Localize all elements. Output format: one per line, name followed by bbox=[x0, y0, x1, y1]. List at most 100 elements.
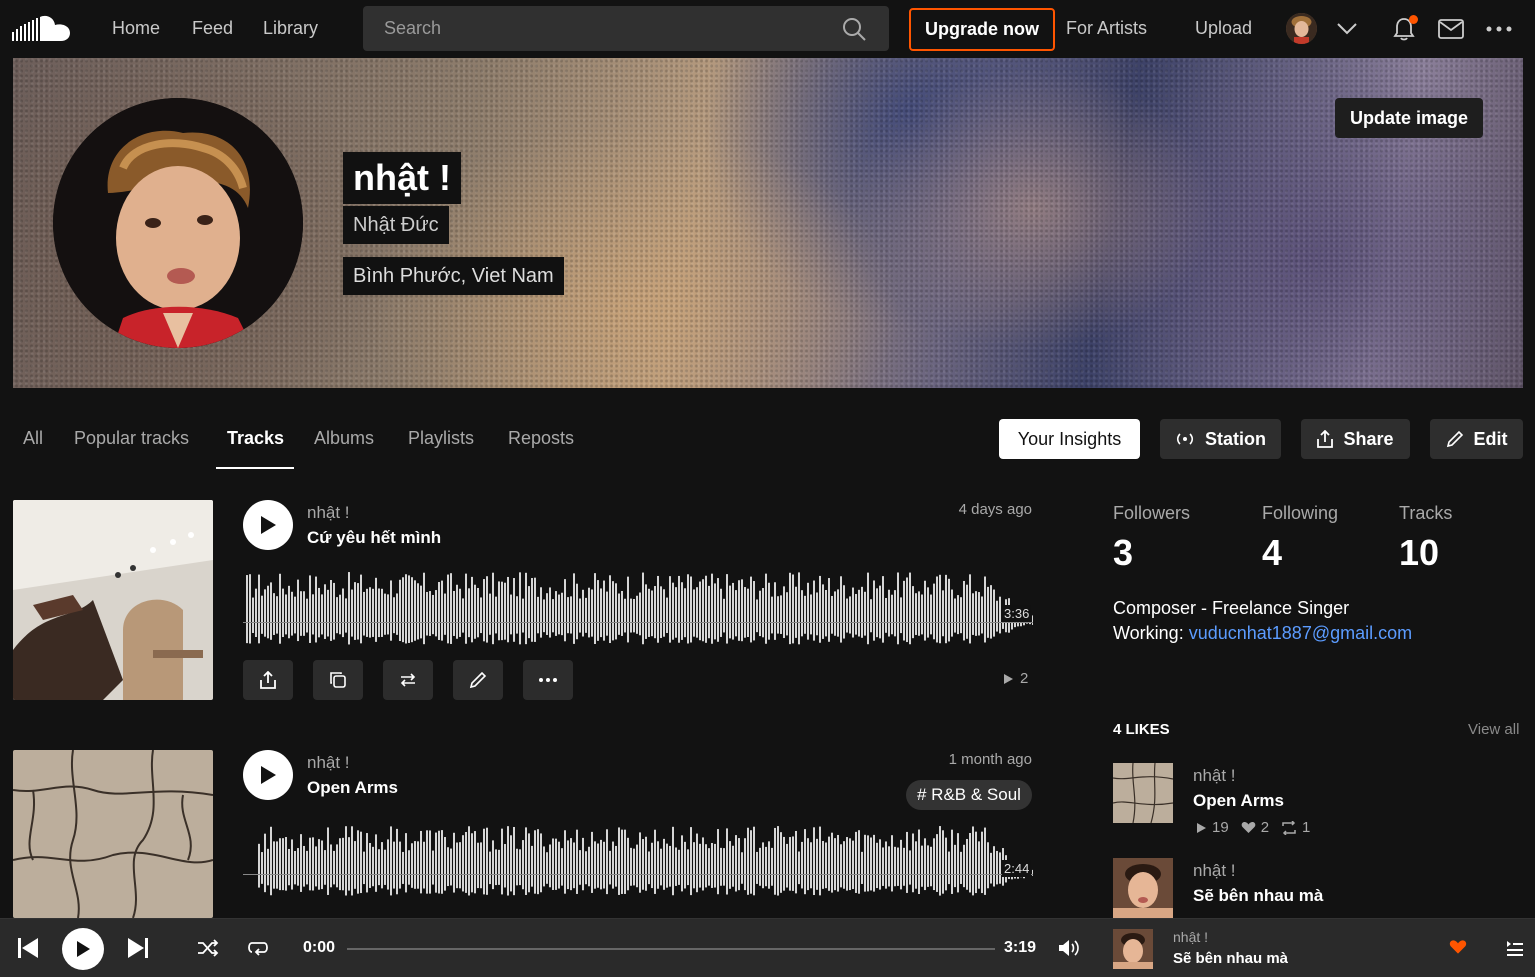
tab-playlists[interactable]: Playlists bbox=[408, 428, 474, 449]
view-all-likes-link[interactable]: View all bbox=[1468, 721, 1519, 738]
repeat-icon[interactable] bbox=[247, 939, 269, 957]
now-playing-title[interactable]: Sẽ bên nhau mà bbox=[1173, 950, 1288, 967]
tab-popular-tracks[interactable]: Popular tracks bbox=[74, 428, 189, 449]
waveform-bar bbox=[597, 580, 599, 641]
update-image-button[interactable]: Update image bbox=[1335, 98, 1483, 138]
edit-button[interactable]: Edit bbox=[1430, 419, 1523, 459]
messages-mail-icon[interactable] bbox=[1436, 14, 1466, 44]
track-duration: 2:44 bbox=[1002, 860, 1032, 877]
queue-list-icon[interactable] bbox=[1506, 939, 1524, 957]
waveform-bar bbox=[435, 832, 437, 893]
waveform-bar bbox=[423, 572, 425, 645]
track-artist[interactable]: nhật ! bbox=[307, 503, 350, 523]
profile-avatar[interactable] bbox=[53, 98, 303, 348]
genre-tag[interactable]: # R&B & Soul bbox=[906, 780, 1032, 810]
track-edit-button[interactable] bbox=[453, 660, 503, 700]
now-playing-artist[interactable]: nhật ! bbox=[1173, 929, 1208, 945]
waveform-bar bbox=[825, 590, 827, 637]
search-input[interactable] bbox=[363, 6, 889, 51]
waveform-bar bbox=[507, 826, 509, 896]
track-title[interactable]: Open Arms bbox=[307, 778, 398, 798]
followers-label[interactable]: Followers bbox=[1113, 503, 1190, 524]
likes-heading[interactable]: 4 LIKES bbox=[1113, 721, 1170, 738]
tab-all[interactable]: All bbox=[23, 428, 43, 449]
waveform-bar bbox=[675, 847, 677, 886]
volume-icon[interactable] bbox=[1058, 938, 1080, 958]
track-artwork[interactable] bbox=[13, 750, 213, 918]
now-playing-artwork[interactable] bbox=[1113, 929, 1153, 969]
nav-library-link[interactable]: Library bbox=[263, 18, 318, 39]
nav-home-link[interactable]: Home bbox=[112, 18, 160, 39]
chevron-down-icon[interactable] bbox=[1332, 14, 1362, 44]
track-waveform[interactable] bbox=[243, 568, 1033, 648]
waveform-bar bbox=[867, 835, 869, 892]
track-copy-link-button[interactable] bbox=[313, 660, 363, 700]
upload-link[interactable]: Upload bbox=[1195, 18, 1252, 39]
waveform-bar bbox=[420, 830, 422, 894]
previous-track-icon[interactable] bbox=[17, 937, 39, 959]
track-waveform[interactable] bbox=[243, 822, 1033, 898]
liked-track-title[interactable]: Sẽ bên nhau mà bbox=[1193, 886, 1323, 906]
waveform-bar bbox=[699, 581, 701, 641]
following-count[interactable]: 4 bbox=[1262, 532, 1282, 574]
track-share-button[interactable] bbox=[243, 660, 293, 700]
tab-albums[interactable]: Albums bbox=[314, 428, 374, 449]
waveform-bar bbox=[705, 844, 707, 888]
share-button[interactable]: Share bbox=[1301, 419, 1410, 459]
waveform-bar bbox=[381, 588, 383, 637]
waveform-bar bbox=[546, 593, 548, 635]
waveform-bar bbox=[306, 850, 308, 885]
waveform-bar bbox=[303, 591, 305, 636]
liked-track-artwork[interactable] bbox=[1113, 858, 1173, 918]
waveform-bar bbox=[837, 834, 839, 892]
upgrade-now-button[interactable]: Upgrade now bbox=[909, 8, 1055, 51]
waveform-bar bbox=[990, 852, 992, 884]
liked-track-artist[interactable]: nhật ! bbox=[1193, 861, 1236, 881]
next-track-icon[interactable] bbox=[127, 937, 149, 959]
liked-track-artist[interactable]: nhật ! bbox=[1193, 766, 1236, 786]
waveform-bar bbox=[561, 592, 563, 636]
waveform-bar bbox=[738, 838, 740, 891]
following-label[interactable]: Following bbox=[1262, 503, 1338, 524]
waveform-bar bbox=[270, 582, 272, 640]
waveform-bar bbox=[456, 842, 458, 889]
player-play-button[interactable] bbox=[62, 928, 104, 970]
nav-feed-link[interactable]: Feed bbox=[192, 18, 233, 39]
bio-email-link[interactable]: vuducnhat1887@gmail.com bbox=[1189, 623, 1412, 643]
waveform-bar bbox=[261, 595, 263, 634]
track-play-button[interactable] bbox=[243, 500, 293, 550]
waveform-bar bbox=[525, 827, 527, 895]
tracks-count[interactable]: 10 bbox=[1399, 532, 1439, 574]
waveform-bar bbox=[303, 845, 305, 887]
liked-track-artwork[interactable] bbox=[1113, 763, 1173, 823]
waveform-bar bbox=[984, 827, 986, 895]
tab-tracks[interactable]: Tracks bbox=[227, 428, 284, 449]
waveform-bar bbox=[990, 585, 992, 639]
notifications-bell-icon[interactable] bbox=[1389, 14, 1419, 44]
track-repost-button[interactable] bbox=[383, 660, 433, 700]
search-icon[interactable] bbox=[841, 16, 867, 42]
more-options-icon[interactable] bbox=[1484, 14, 1514, 44]
waveform-bar bbox=[720, 847, 722, 886]
waveform-bar bbox=[777, 826, 779, 896]
track-artwork[interactable] bbox=[13, 500, 213, 700]
soundcloud-logo-icon[interactable] bbox=[12, 14, 74, 44]
followers-count[interactable]: 3 bbox=[1113, 532, 1133, 574]
tab-reposts[interactable]: Reposts bbox=[508, 428, 574, 449]
tracks-label[interactable]: Tracks bbox=[1399, 503, 1452, 524]
waveform-bar bbox=[1032, 615, 1033, 625]
your-insights-button[interactable]: Your Insights bbox=[999, 419, 1140, 459]
shuffle-icon[interactable] bbox=[197, 939, 219, 957]
liked-track-title[interactable]: Open Arms bbox=[1193, 791, 1284, 811]
for-artists-link[interactable]: For Artists bbox=[1066, 18, 1147, 39]
track-title[interactable]: Cứ yêu hết mình bbox=[307, 528, 441, 548]
playback-progress-bar[interactable] bbox=[347, 948, 995, 950]
station-button[interactable]: Station bbox=[1160, 419, 1281, 459]
waveform-bar bbox=[468, 826, 470, 896]
track-more-button[interactable] bbox=[523, 660, 573, 700]
like-heart-icon[interactable] bbox=[1449, 939, 1467, 955]
user-avatar[interactable] bbox=[1286, 13, 1317, 44]
waveform-bar bbox=[936, 834, 938, 892]
track-play-button[interactable] bbox=[243, 750, 293, 800]
track-artist[interactable]: nhật ! bbox=[307, 753, 350, 773]
